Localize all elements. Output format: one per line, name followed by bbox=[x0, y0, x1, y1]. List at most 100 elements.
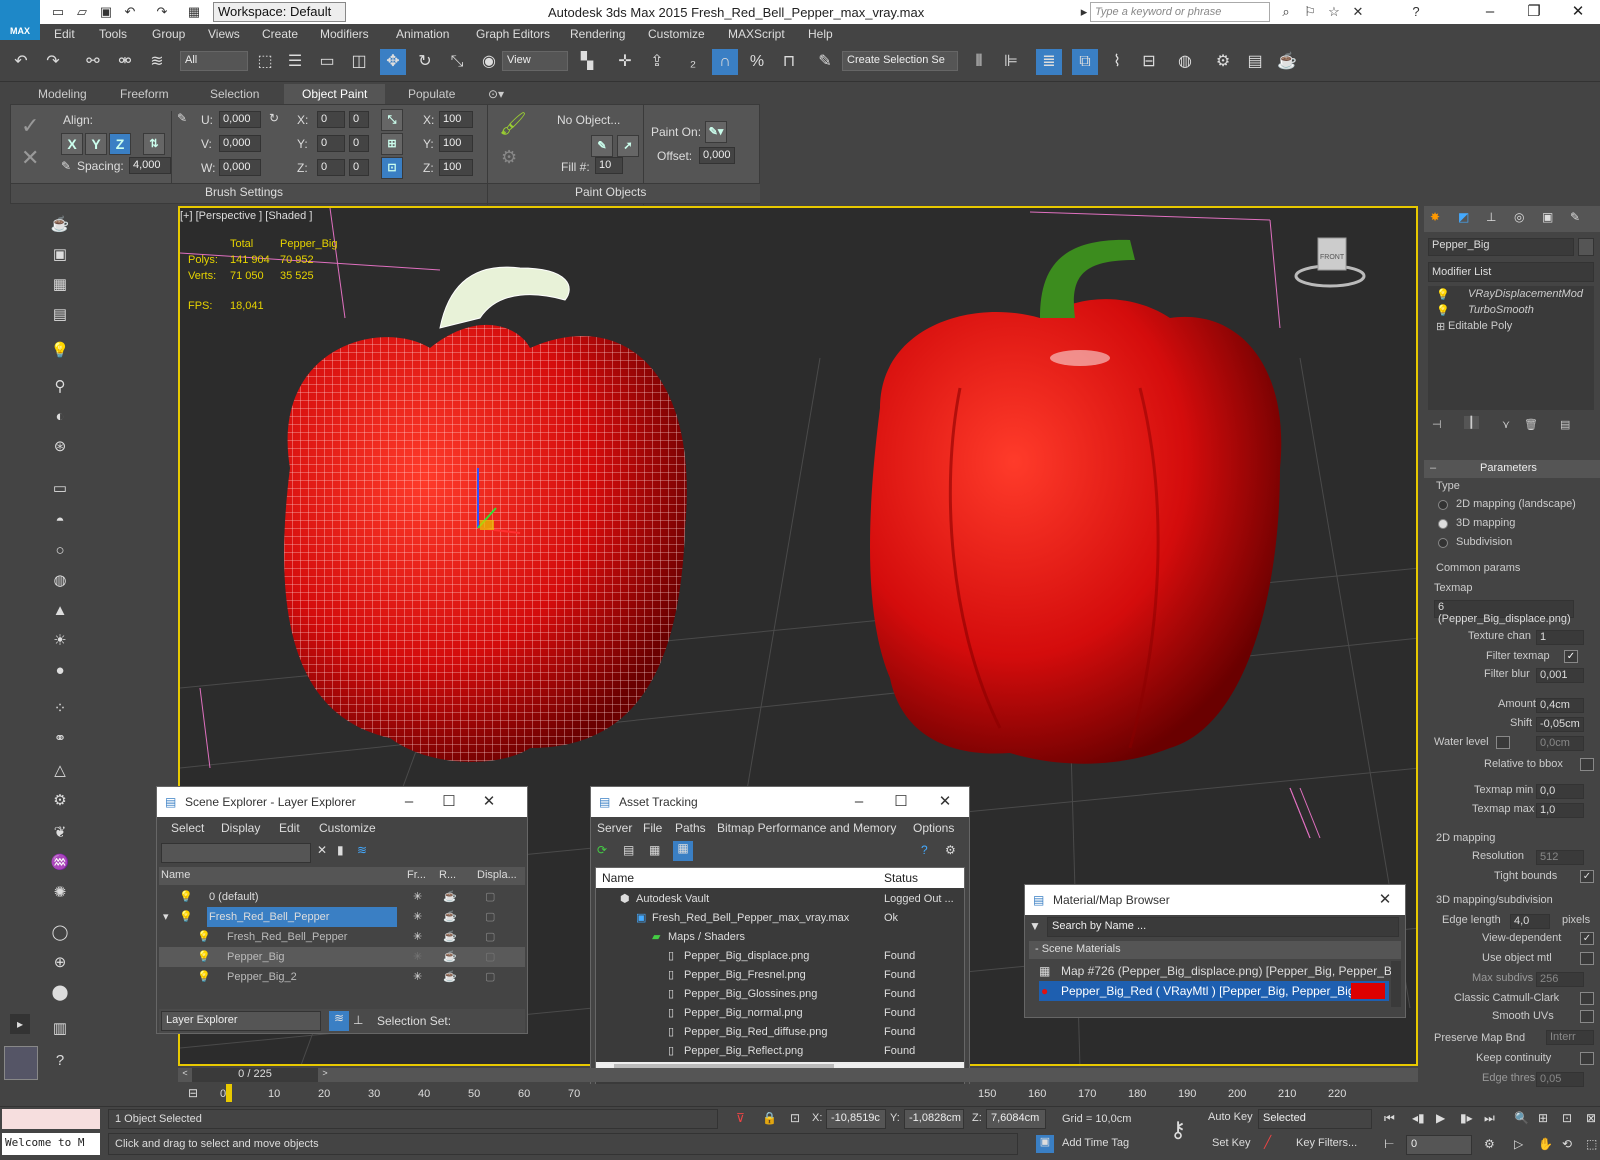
se-col-name[interactable]: Name bbox=[161, 869, 190, 881]
scene-materials-group[interactable]: - Scene Materials bbox=[1029, 941, 1401, 959]
vertical-scrollbar[interactable] bbox=[1391, 961, 1401, 1007]
table-row[interactable]: 💡 0 (default) ✳ ☕ ▢ bbox=[159, 887, 525, 907]
amount-spinner[interactable]: 0,4cm bbox=[1536, 698, 1584, 713]
bulb-icon[interactable]: 💡 bbox=[179, 887, 193, 907]
menu-create[interactable]: Create bbox=[262, 27, 298, 41]
w-spinner[interactable]: 0,000 bbox=[219, 159, 261, 176]
pepper-rendered[interactable] bbox=[870, 239, 1282, 764]
ry-spinner[interactable]: 0 bbox=[317, 135, 345, 152]
texmap-max-spinner[interactable]: 1,0 bbox=[1536, 803, 1584, 818]
scale-x-spinner[interactable]: 100 bbox=[439, 111, 473, 128]
spacing-spinner[interactable]: 4,000 bbox=[129, 157, 171, 174]
undo-icon[interactable]: ↶ bbox=[8, 49, 34, 75]
modify-tab-icon[interactable]: ◩ bbox=[1458, 210, 1469, 224]
layers-icon[interactable]: ≋ bbox=[357, 843, 367, 857]
list-item[interactable]: ▯ Pepper_Big_Glossines.png Found bbox=[596, 985, 964, 1004]
display-box-icon[interactable]: ▢ bbox=[485, 947, 495, 967]
favorites-icon[interactable]: ☆ bbox=[1324, 3, 1344, 21]
menu-tools[interactable]: Tools bbox=[99, 27, 127, 41]
material-browser-titlebar[interactable]: ▤ Material/Map Browser ✕ bbox=[1025, 885, 1405, 915]
scale-lock-icon[interactable]: ⊡ bbox=[381, 157, 403, 179]
edit-icon[interactable]: ✎ bbox=[177, 111, 187, 125]
bulb-icon[interactable]: 💡 bbox=[1436, 304, 1450, 317]
menu-animation[interactable]: Animation bbox=[396, 27, 449, 41]
gear-icon[interactable]: ⚙ bbox=[47, 788, 73, 814]
asset-tracking-maximize[interactable]: ☐ bbox=[881, 787, 921, 817]
paint-objects-label[interactable]: Paint Objects bbox=[575, 185, 646, 199]
align-x-button[interactable]: X bbox=[61, 133, 83, 155]
menu-help[interactable]: Help bbox=[808, 27, 833, 41]
zoom-extents-all-icon[interactable]: ⊠ bbox=[1586, 1111, 1596, 1125]
maxscript-listener-icon[interactable] bbox=[4, 1046, 38, 1080]
render-setup-icon[interactable]: ⚙ bbox=[1210, 49, 1236, 75]
texture-chan-spinner[interactable]: 1 bbox=[1536, 630, 1584, 645]
hierarchy-mode-icon[interactable]: ⊥ bbox=[353, 1013, 363, 1027]
checkmark-icon[interactable]: ✓ bbox=[21, 113, 39, 139]
at-menu-file[interactable]: File bbox=[643, 821, 662, 835]
scene-explorer-close[interactable]: ✕ bbox=[469, 787, 509, 817]
refresh-icon[interactable]: ⟳ bbox=[597, 843, 607, 857]
layer-explorer-icon[interactable]: ⧉ bbox=[1072, 49, 1098, 75]
u-spinner[interactable]: 0,000 bbox=[219, 111, 261, 128]
window-crossing-icon[interactable]: ◫ bbox=[346, 49, 372, 75]
collapse-icon[interactable]: – bbox=[1430, 462, 1436, 474]
half-sphere-icon[interactable]: ◐ bbox=[47, 404, 73, 430]
paint-brush-icon[interactable]: 🖌 bbox=[499, 111, 527, 137]
list-item[interactable]: ▯ Pepper_Big_normal.png Found bbox=[596, 1004, 964, 1023]
redo-icon[interactable]: ↷ bbox=[152, 3, 172, 21]
at-menu-bitmap[interactable]: Bitmap Performance and Memory bbox=[717, 821, 896, 835]
shift-spinner[interactable]: -0,05cm bbox=[1536, 717, 1584, 732]
edge-length-spinner[interactable]: 4,0 bbox=[1510, 914, 1550, 929]
freeze-icon[interactable]: ✳ bbox=[413, 967, 422, 987]
render-teapot-icon[interactable]: ☕ bbox=[443, 947, 457, 967]
at-menu-paths[interactable]: Paths bbox=[675, 821, 706, 835]
menu-group[interactable]: Group bbox=[152, 27, 185, 41]
new-file-icon[interactable]: ▭ bbox=[48, 3, 68, 21]
x-coordinate[interactable]: -10,8519c bbox=[826, 1109, 886, 1129]
go-to-start-icon[interactable]: ⏮ bbox=[1384, 1111, 1395, 1126]
keyboard-shortcut-icon[interactable]: ⇪ bbox=[644, 49, 670, 75]
viewcube[interactable] bbox=[1294, 237, 1366, 288]
curve-editor-toggle-icon[interactable]: ⊟ bbox=[188, 1086, 198, 1100]
render-teapot-icon[interactable]: ☕ bbox=[443, 967, 457, 987]
radio-3d-mapping[interactable] bbox=[1438, 519, 1448, 529]
link-icon[interactable]: ⚯ bbox=[80, 49, 106, 75]
collapse-arrow-icon[interactable]: ▾ bbox=[163, 907, 169, 927]
water-level-checkbox[interactable] bbox=[1496, 736, 1510, 749]
mirror-icon[interactable]: ⫴ bbox=[966, 49, 992, 75]
exchange-icon[interactable]: ✕ bbox=[1348, 3, 1368, 21]
project-folder-icon[interactable]: ▦ bbox=[184, 3, 204, 21]
align-z-button[interactable]: Z bbox=[109, 133, 131, 155]
modifier-list-dropdown[interactable]: Modifier List bbox=[1428, 262, 1594, 282]
freeze-icon[interactable]: ✳ bbox=[413, 947, 422, 967]
scene-explorer-maximize[interactable]: ☐ bbox=[429, 787, 469, 817]
align-icon[interactable]: ⊫ bbox=[998, 49, 1024, 75]
smooth-uvs-checkbox[interactable] bbox=[1580, 1010, 1594, 1023]
display-box-icon[interactable]: ▢ bbox=[485, 967, 495, 987]
table-row[interactable]: 💡 Pepper_Big ✳ ☕ ▢ bbox=[159, 947, 525, 967]
render-teapot-icon[interactable]: ☕ bbox=[443, 887, 457, 907]
pin-stack-icon[interactable]: ⊣ bbox=[1432, 418, 1442, 431]
bind-spacewarp-icon[interactable]: ≋ bbox=[144, 49, 170, 75]
hair-icon[interactable]: ♒ bbox=[47, 850, 73, 876]
display-box-icon[interactable]: ▢ bbox=[485, 907, 495, 927]
help-icon[interactable]: ? bbox=[1406, 3, 1426, 21]
track-bar[interactable]: ⊟ 0 10 20 30 40 50 60 70 150 160 170 180… bbox=[178, 1084, 1418, 1106]
play-icon[interactable]: ▶ bbox=[1436, 1111, 1445, 1125]
open-file-icon[interactable]: ▱ bbox=[72, 3, 92, 21]
fov-icon[interactable]: ▷ bbox=[1514, 1137, 1523, 1151]
app-logo[interactable]: MAX bbox=[0, 0, 40, 40]
set-key-button[interactable]: Set Key bbox=[1212, 1137, 1251, 1149]
rotate-small-icon[interactable]: ↻ bbox=[269, 111, 279, 125]
motion-tab-icon[interactable]: ◎ bbox=[1514, 210, 1524, 224]
material-browser-close[interactable]: ✕ bbox=[1365, 885, 1405, 915]
tab-object-paint[interactable]: Object Paint bbox=[284, 84, 386, 104]
key-icon[interactable]: ⚷ bbox=[1170, 1117, 1186, 1143]
scale-z-spinner[interactable]: 100 bbox=[439, 159, 473, 176]
globe-icon[interactable]: ◯ bbox=[47, 920, 73, 946]
rotate-icon[interactable]: ↻ bbox=[412, 49, 438, 75]
paint-on-dropdown[interactable]: ✎▾ bbox=[705, 121, 727, 143]
table-row[interactable]: ▾ 💡 Fresh_Red_Bell_Pepper ✳ ☕ ▢ bbox=[159, 907, 525, 927]
no-object-dropdown[interactable]: No Object... bbox=[557, 113, 620, 127]
tab-populate[interactable]: Populate bbox=[390, 84, 473, 104]
